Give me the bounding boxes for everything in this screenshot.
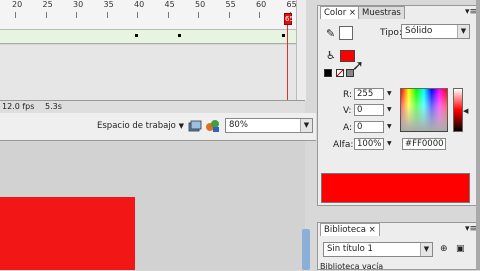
edit-scene-icon[interactable] xyxy=(188,120,202,132)
ruler-tick xyxy=(259,12,260,18)
chevron-down-icon[interactable]: ▼ xyxy=(300,119,312,132)
color-preview xyxy=(321,173,470,203)
ruler-number: 25 xyxy=(42,0,53,9)
red-field[interactable]: 255 xyxy=(354,88,384,100)
playhead[interactable]: 65 xyxy=(284,13,294,25)
type-label: Tipo: xyxy=(380,28,402,38)
stage-red-rectangle[interactable] xyxy=(0,197,135,270)
zoom-select[interactable]: 80% ▼ xyxy=(225,118,313,133)
playhead-line xyxy=(287,25,288,101)
tab-color-label: Color xyxy=(324,8,347,18)
library-document-value: Sin título 1 xyxy=(327,244,373,254)
blue-label: A: xyxy=(343,123,353,133)
green-field[interactable]: 0 xyxy=(354,104,384,116)
pencil-icon: ✎ xyxy=(326,27,336,40)
new-library-icon[interactable]: ▣ xyxy=(456,244,465,254)
timeline-ruler[interactable]: 20 25 30 35 40 45 50 55 60 65 xyxy=(0,0,297,30)
time-readout: 5.3s xyxy=(45,102,62,111)
chevron-down-icon[interactable]: ▼ xyxy=(420,243,432,256)
type-select[interactable]: Sólido ▼ xyxy=(401,24,470,39)
stroke-color-swatch[interactable] xyxy=(339,26,353,40)
workspace-label: Espacio de trabajo xyxy=(97,121,176,131)
blue-field[interactable]: 0 xyxy=(354,121,384,133)
default-colors-icon[interactable] xyxy=(324,69,332,77)
alpha-label: Alfa: xyxy=(333,140,354,150)
close-icon[interactable]: × xyxy=(369,225,376,235)
type-value: Sólido xyxy=(405,26,433,36)
pin-icon[interactable]: ⊕ xyxy=(440,244,448,254)
ruler-number: 50 xyxy=(195,0,206,9)
timeline-empty-area xyxy=(0,45,305,100)
keyframe-marker[interactable] xyxy=(135,34,138,37)
ruler-number: 40 xyxy=(134,0,145,9)
zoom-value: 80% xyxy=(229,120,248,130)
swap-colors-icon[interactable] xyxy=(346,69,354,77)
alpha-stepper[interactable]: ▼ xyxy=(387,140,392,147)
ruler-number: 35 xyxy=(103,0,114,9)
fps-readout: 12.0 fps xyxy=(2,102,35,111)
ruler-tick xyxy=(198,12,199,18)
hex-field[interactable]: #FF0000 xyxy=(402,138,446,150)
timeline-scrollbar[interactable] xyxy=(296,0,306,101)
timeline-status-bar: 12.0 fps 5.3s xyxy=(0,100,305,113)
keyframe-marker[interactable] xyxy=(178,34,181,37)
blue-stepper[interactable]: ▼ xyxy=(387,123,392,130)
close-icon[interactable]: × xyxy=(349,8,356,18)
keyframe-marker[interactable] xyxy=(282,34,285,37)
tab-library[interactable]: Biblioteca × xyxy=(320,223,380,236)
green-stepper[interactable]: ▼ xyxy=(387,106,392,113)
brightness-slider[interactable] xyxy=(453,88,463,132)
red-stepper[interactable]: ▼ xyxy=(387,90,392,97)
chevron-down-icon: ▼ xyxy=(178,122,184,130)
ruler-tick xyxy=(137,12,138,18)
ruler-number: 60 xyxy=(256,0,267,9)
ruler-tick xyxy=(167,12,169,18)
chevron-down-icon[interactable]: ▼ xyxy=(457,25,469,38)
workspace-menu[interactable]: Espacio de trabajo ▼ xyxy=(97,121,184,131)
right-edge-bar xyxy=(476,0,480,270)
ruler-number: 20 xyxy=(12,0,23,9)
library-document-select[interactable]: Sin título 1 ▼ xyxy=(323,242,433,257)
ruler-tick xyxy=(15,12,16,18)
no-color-icon[interactable] xyxy=(336,69,344,77)
paint-bucket-icon: ♿ xyxy=(326,49,336,62)
ruler-number: 55 xyxy=(225,0,236,9)
tab-swatches[interactable]: Muestras xyxy=(358,6,405,19)
alpha-field[interactable]: 100% xyxy=(354,138,384,150)
edit-symbols-icon[interactable] xyxy=(205,119,219,132)
ruler-number: 30 xyxy=(73,0,84,9)
tab-color[interactable]: Color × xyxy=(320,6,361,19)
ruler-number: 45 xyxy=(164,0,175,9)
ruler-tick xyxy=(228,12,230,18)
ruler-tick xyxy=(106,12,108,18)
timeline-frames-row[interactable] xyxy=(0,30,296,44)
red-label: R: xyxy=(343,90,353,100)
slider-arrow-icon[interactable]: ◀ xyxy=(463,107,468,115)
green-label: V: xyxy=(343,106,352,116)
tab-library-label: Biblioteca xyxy=(324,225,366,235)
tab-swatches-label: Muestras xyxy=(362,8,401,18)
stage-scrollbar-thumb[interactable] xyxy=(302,229,310,270)
color-spectrum[interactable] xyxy=(400,88,448,132)
ruler-tick xyxy=(45,12,47,18)
ruler-tick xyxy=(76,12,77,18)
